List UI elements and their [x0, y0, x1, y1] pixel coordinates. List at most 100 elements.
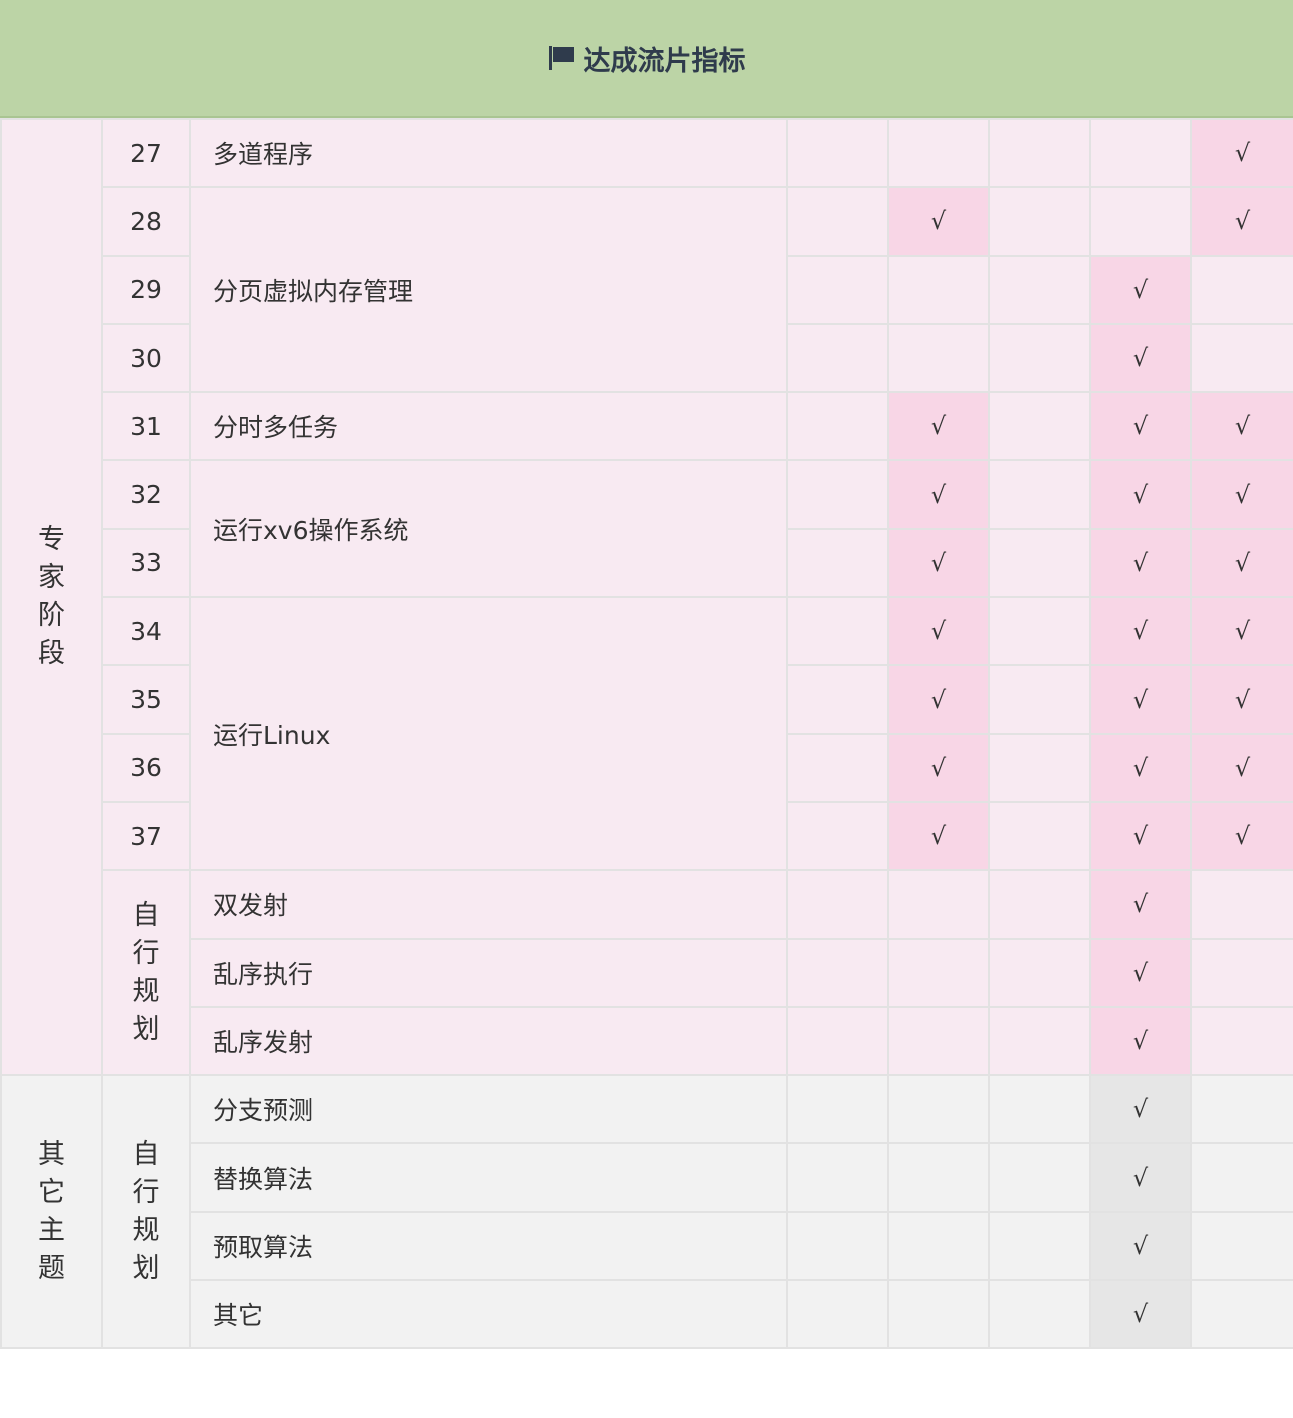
check-mark-icon: √ [1132, 548, 1149, 577]
item-name: 预取算法 [189, 1210, 788, 1282]
check-cell: √ [1089, 1005, 1192, 1077]
table-row: 31 分时多任务 √ √ √ [1, 391, 1293, 462]
table-row: 32 运行xv6操作系统 √ √ √ [1, 459, 1293, 599]
check-cell: √ [1190, 732, 1293, 803]
check-cell: √ [1089, 937, 1192, 1008]
table-row: 乱序执行 √ [1, 937, 1293, 1008]
item-name: 运行xv6操作系统 [189, 459, 788, 599]
table-row: 替换算法 √ [1, 1142, 1293, 1213]
check-mark-icon: √ [1132, 958, 1149, 987]
empty-cell [1190, 254, 1293, 325]
row-number: 34 [101, 596, 191, 667]
check-mark-icon: √ [1132, 1300, 1149, 1329]
check-mark-icon: √ [930, 617, 947, 646]
check-mark-icon: √ [930, 412, 947, 441]
row-number: 28 [101, 186, 191, 257]
empty-cell [786, 1142, 889, 1213]
row-number: 27 [101, 117, 191, 189]
check-cell: √ [887, 459, 990, 530]
check-cell: √ [1089, 322, 1192, 394]
empty-cell [887, 1210, 990, 1282]
empty-cell [1190, 1074, 1293, 1145]
stage-label: 专家阶段 [38, 524, 65, 670]
table-body: 专家阶段 27 多道程序 √ 28 分页虚拟内存管理 √ √ 29 √ 30 √ 31 分时多任务 √ √ √ 3… [0, 117, 1293, 1350]
empty-cell [1089, 186, 1192, 257]
empty-cell [887, 1074, 990, 1145]
empty-cell [988, 1142, 1091, 1213]
check-mark-icon: √ [1234, 412, 1251, 441]
empty-cell [988, 254, 1091, 325]
check-mark-icon: √ [1132, 617, 1149, 646]
check-cell: √ [887, 664, 990, 735]
empty-cell [786, 1210, 889, 1282]
check-mark-icon: √ [1132, 1027, 1149, 1055]
check-cell: √ [1089, 391, 1192, 462]
empty-cell [988, 937, 1091, 1008]
check-mark-icon: √ [1234, 139, 1251, 168]
empty-cell [1089, 117, 1192, 189]
check-cell: √ [1089, 254, 1192, 325]
check-cell: √ [887, 391, 990, 462]
sub-stage-label: 自行规划 [132, 899, 160, 1045]
check-mark-icon: √ [1234, 480, 1251, 509]
item-name: 多道程序 [189, 117, 788, 189]
row-number: 29 [101, 254, 191, 325]
check-cell: √ [887, 732, 990, 803]
check-cell: √ [1089, 1074, 1192, 1145]
empty-cell [988, 1005, 1091, 1077]
check-cell: √ [1089, 800, 1192, 872]
check-mark-icon: √ [930, 548, 947, 577]
check-cell: √ [1190, 186, 1293, 257]
check-mark-icon: √ [1132, 1163, 1149, 1192]
empty-cell [887, 869, 990, 940]
check-mark-icon: √ [1234, 753, 1251, 782]
row-number: 31 [101, 391, 191, 462]
item-name: 双发射 [189, 869, 788, 940]
stage-label-cell: 专家阶段 [0, 117, 103, 1077]
empty-cell [887, 937, 990, 1008]
empty-cell [1190, 1279, 1293, 1350]
table-row: 其它 √ [1, 1279, 1293, 1350]
check-cell: √ [1089, 596, 1192, 667]
empty-cell [988, 1279, 1091, 1350]
empty-cell [988, 117, 1091, 189]
row-number: 37 [101, 800, 191, 872]
table-row: 34 运行Linux √ √ √ [1, 596, 1293, 872]
table-header: 达成流片指标 [0, 0, 1293, 118]
check-mark-icon: √ [1132, 890, 1149, 919]
empty-cell [786, 186, 889, 257]
row-number: 32 [101, 459, 191, 530]
empty-cell [887, 254, 990, 325]
check-cell: √ [1089, 1142, 1192, 1213]
item-name: 分支预测 [189, 1074, 788, 1145]
table-row: 28 分页虚拟内存管理 √ √ [1, 186, 1293, 394]
check-cell: √ [1089, 1210, 1192, 1282]
check-cell: √ [1089, 459, 1192, 530]
check-mark-icon: √ [1132, 1095, 1149, 1124]
table-row: 预取算法 √ [1, 1210, 1293, 1282]
check-mark-icon: √ [930, 822, 947, 851]
check-mark-icon: √ [1132, 685, 1149, 714]
empty-cell [786, 322, 889, 394]
empty-cell [786, 527, 889, 599]
check-cell: √ [1190, 527, 1293, 599]
empty-cell [1190, 869, 1293, 940]
check-mark-icon: √ [1132, 344, 1149, 373]
milestone-table: 专家阶段 27 多道程序 √ 28 分页虚拟内存管理 √ √ 29 √ 30 √ 31 分时多任务 √ √ √ 3… [0, 117, 1293, 1350]
table-row: 其它主题 自行规划 分支预测 √ [0, 1074, 1293, 1350]
check-mark-icon: √ [1234, 617, 1251, 646]
check-mark-icon: √ [1234, 548, 1251, 577]
empty-cell [988, 459, 1091, 530]
item-name: 运行Linux [189, 596, 788, 872]
check-cell: √ [1089, 664, 1192, 735]
sub-stage-label: 自行规划 [132, 1138, 160, 1284]
header-title: 达成流片指标 [583, 45, 746, 77]
empty-cell [1190, 937, 1293, 1008]
empty-cell [1190, 322, 1293, 394]
check-mark-icon: √ [930, 753, 947, 782]
empty-cell [786, 937, 889, 1008]
sub-stage-cell: 自行规划 [101, 869, 191, 1077]
empty-cell [988, 664, 1091, 735]
empty-cell [988, 322, 1091, 394]
row-number: 35 [101, 664, 191, 735]
